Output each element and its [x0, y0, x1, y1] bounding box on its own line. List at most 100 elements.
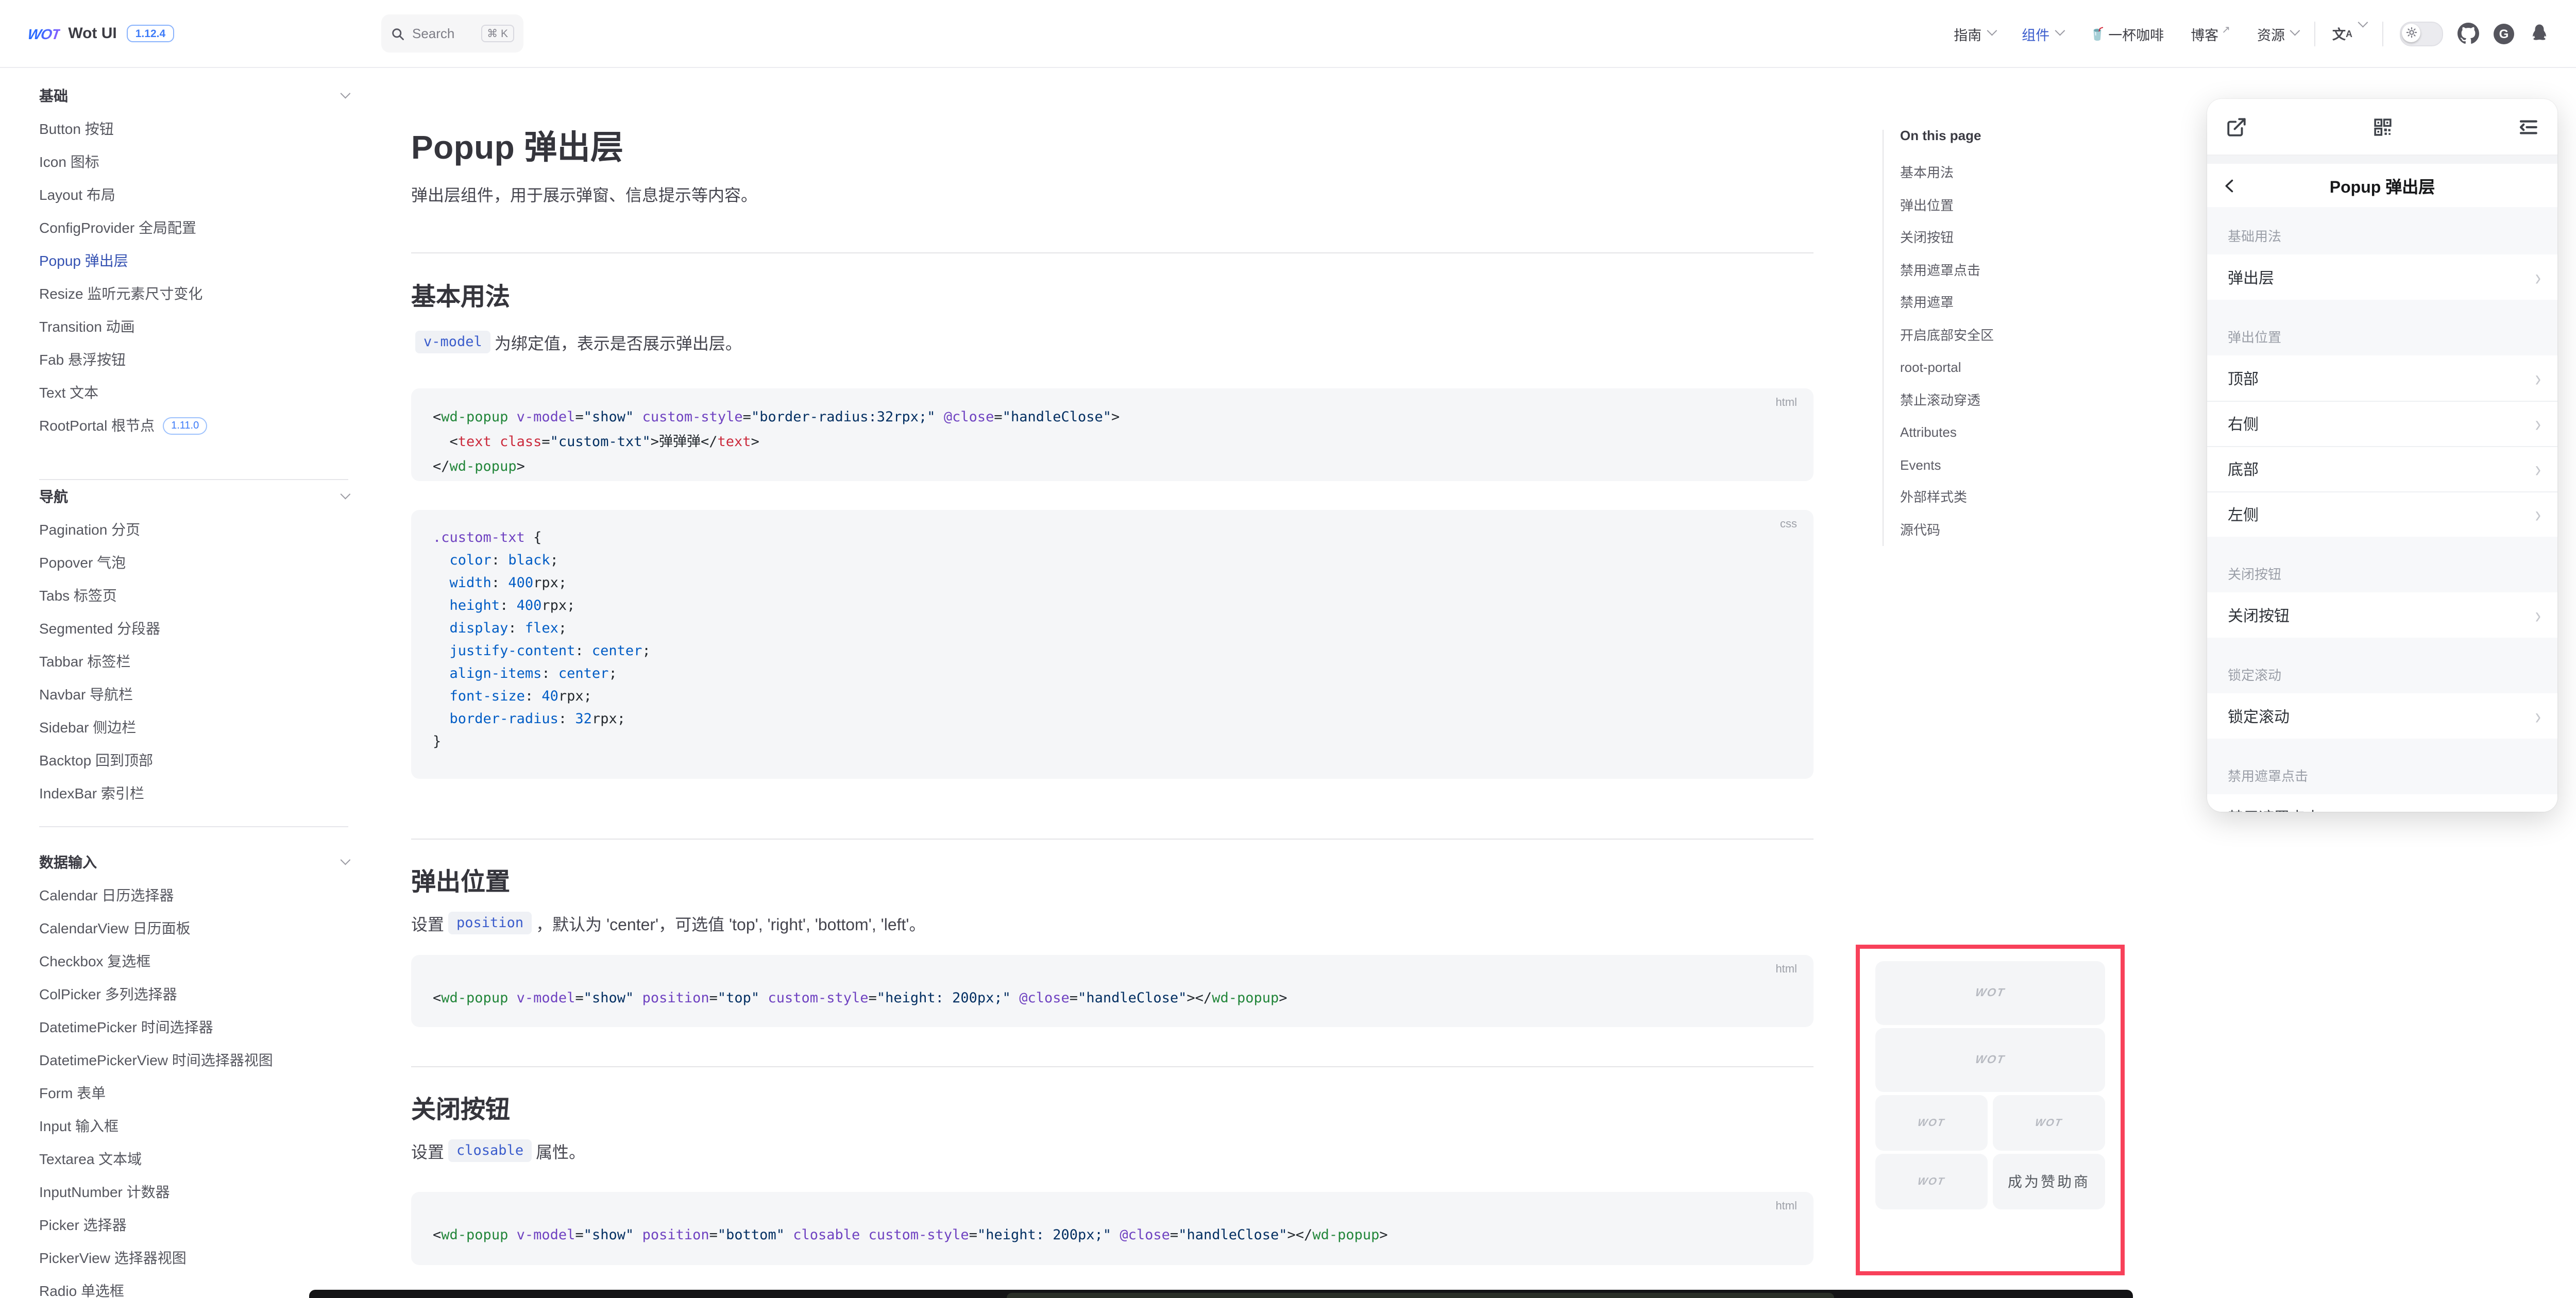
sidebar-item[interactable]: ConfigProvider 全局配置: [39, 211, 348, 244]
sponsor-card[interactable]: WOT: [1875, 961, 2105, 1025]
sidebar-item[interactable]: Input 输入框: [39, 1109, 348, 1142]
demo-cell[interactable]: 左侧 ›: [2207, 491, 2557, 537]
sponsor-card[interactable]: WOT: [1993, 1095, 2105, 1151]
sponsor-cards: WOT WOT WOT WOT: [1875, 961, 2105, 1209]
wot-logo-watermark: WOT: [1974, 987, 2006, 999]
sidebar-item[interactable]: Radio 单选框: [39, 1274, 348, 1298]
sidebar-group-title-basic[interactable]: 基础: [39, 79, 348, 112]
theme-toggle[interactable]: [2400, 21, 2443, 46]
paragraph: v-model 为绑定值，表示是否展示弹出层。: [411, 330, 742, 354]
demo-cell[interactable]: 关闭按钮 ›: [2207, 592, 2557, 638]
qq-group-button[interactable]: [2529, 23, 2550, 44]
sidebar-item[interactable]: Checkbox 复选框: [39, 945, 348, 978]
nav-link-blog[interactable]: 博客↗: [2191, 23, 2230, 44]
sponsor-card[interactable]: WOT: [1875, 1154, 1988, 1209]
sponsor-card[interactable]: 成为赞助商: [1993, 1154, 2105, 1209]
gitee-icon: G: [2494, 23, 2514, 44]
sidebar-group-title-navigation[interactable]: 导航: [39, 480, 348, 513]
toc-item[interactable]: 外部样式类: [1900, 481, 2065, 514]
toc-item[interactable]: 禁用遮罩点击: [1900, 254, 2065, 286]
sponsor-card[interactable]: WOT: [1875, 1028, 2105, 1092]
demo-cell[interactable]: 右侧 ›: [2207, 401, 2557, 446]
sidebar-item[interactable]: Transition 动画: [39, 310, 348, 343]
qr-code-icon[interactable]: [2371, 116, 2393, 138]
sidebar-item[interactable]: Textarea 文本域: [39, 1142, 348, 1175]
sidebar-item[interactable]: Picker 选择器: [39, 1208, 348, 1241]
toc-item[interactable]: 关闭按钮: [1900, 221, 2065, 254]
sidebar-item[interactable]: PickerView 选择器视图: [39, 1241, 348, 1274]
sidebar-item[interactable]: Sidebar 侧边栏: [39, 711, 348, 744]
sidebar-item[interactable]: DatetimePicker 时间选择器: [39, 1011, 348, 1044]
sidebar-item[interactable]: Tabbar 标签栏: [39, 645, 348, 678]
simulator-gap-strip: [2207, 156, 2557, 164]
translate-icon: 文: [2332, 24, 2346, 43]
toc-item[interactable]: Attributes: [1900, 416, 2065, 449]
search-icon: [391, 26, 405, 41]
navbar-right: 指南 组件 🥤一杯咖啡 博客↗ 资源 文 A G: [1927, 0, 2550, 67]
toc-item[interactable]: 禁用遮罩: [1900, 286, 2065, 319]
demo-cell[interactable]: 锁定滚动 ›: [2207, 693, 2557, 739]
chevron-down-icon: [341, 88, 351, 98]
code-block-basic-html: html <wd-popup v-model="show" custom-sty…: [411, 388, 1814, 481]
toc-item[interactable]: Events: [1900, 449, 2065, 481]
demo-cell[interactable]: 禁用遮罩点击 ›: [2207, 794, 2557, 812]
demo-cell[interactable]: 顶部 ›: [2207, 355, 2557, 401]
qq-penguin-icon: [2529, 23, 2550, 44]
chevron-right-icon: ›: [2535, 705, 2541, 727]
github-link-button[interactable]: [2458, 23, 2479, 44]
sidebar-item[interactable]: CalendarView 日历面板: [39, 912, 348, 945]
sidebar-item[interactable]: Tabs 标签页: [39, 579, 348, 612]
sidebar-item[interactable]: Popup 弹出层: [39, 244, 348, 277]
wot-logo-watermark: WOT: [1917, 1176, 1946, 1187]
code-content: .custom-txt { color: black; width: 400rp…: [411, 510, 1814, 753]
search-input[interactable]: Search ⌘ K: [381, 14, 523, 53]
github-icon: [2458, 23, 2479, 44]
open-external-icon[interactable]: [2226, 116, 2247, 138]
sidebar-item[interactable]: Resize 监听元素尺寸变化: [39, 277, 348, 310]
sidebar-group-title-data-entry[interactable]: 数据输入: [39, 846, 348, 879]
nav-link-components[interactable]: 组件: [2022, 23, 2063, 44]
nav-link-coffee[interactable]: 🥤一杯咖啡: [2090, 23, 2164, 44]
toc-item[interactable]: 开启底部安全区: [1900, 319, 2065, 351]
chevron-right-icon: ›: [2535, 367, 2541, 389]
demo-cell[interactable]: 底部 ›: [2207, 446, 2557, 491]
sidebar-item[interactable]: Backtop 回到顶部: [39, 744, 348, 777]
toc-item[interactable]: 弹出位置: [1900, 189, 2065, 221]
collapse-panel-icon[interactable]: [2517, 116, 2539, 138]
sponsor-card[interactable]: WOT: [1875, 1095, 1988, 1151]
wot-logo-watermark: WOT: [2035, 1117, 2064, 1129]
toc-item[interactable]: 基本用法: [1900, 157, 2065, 189]
sidebar-item[interactable]: Pagination 分页: [39, 513, 348, 546]
toc-item[interactable]: 禁止滚动穿透: [1900, 384, 2065, 416]
simulator-navbar: Popup 弹出层: [2207, 164, 2557, 207]
sidebar-item[interactable]: Text 文本: [39, 376, 348, 409]
sidebar-item[interactable]: InputNumber 计数器: [39, 1175, 348, 1208]
demo-cell[interactable]: 弹出层 ›: [2207, 254, 2557, 300]
nav-link-guide[interactable]: 指南: [1954, 23, 1995, 44]
inline-code: position: [448, 912, 532, 934]
external-link-icon: ↗: [2222, 25, 2230, 36]
toc-item[interactable]: root-portal: [1900, 351, 2065, 384]
divider: [39, 826, 348, 827]
sidebar-item[interactable]: Segmented 分段器: [39, 612, 348, 645]
back-button[interactable]: [2222, 164, 2239, 207]
sidebar-item[interactable]: DatetimePickerView 时间选择器视图: [39, 1044, 348, 1077]
toc-item[interactable]: 源代码: [1900, 514, 2065, 546]
sidebar-item[interactable]: IndexBar 索引栏: [39, 777, 348, 810]
language-switch-button[interactable]: 文 A: [2332, 24, 2366, 43]
sidebar-item[interactable]: Button 按钮: [39, 112, 348, 145]
nav-link-resources[interactable]: 资源: [2257, 23, 2298, 44]
sidebar-item[interactable]: Navbar 导航栏: [39, 678, 348, 711]
gitee-link-button[interactable]: G: [2494, 23, 2514, 44]
sidebar-item[interactable]: Popover 气泡: [39, 546, 348, 579]
sidebar-item[interactable]: Form 表单: [39, 1077, 348, 1109]
code-block-closable-html: html <wd-popup v-model="show" position="…: [411, 1192, 1814, 1265]
sidebar-item[interactable]: Fab 悬浮按钮: [39, 343, 348, 376]
sidebar-group-basic: Button 按钮 Icon 图标 Layout 布局 ConfigProvid…: [39, 112, 348, 442]
sidebar-item[interactable]: Icon 图标: [39, 145, 348, 178]
sidebar-item[interactable]: Layout 布局: [39, 178, 348, 211]
brand-logo[interactable]: WOT Wot UI 1.12.4: [28, 0, 174, 67]
sidebar-item[interactable]: Calendar 日历选择器: [39, 879, 348, 912]
sidebar-item[interactable]: ColPicker 多列选择器: [39, 978, 348, 1011]
sidebar-item[interactable]: RootPortal 根节点 1.11.0: [39, 409, 348, 442]
